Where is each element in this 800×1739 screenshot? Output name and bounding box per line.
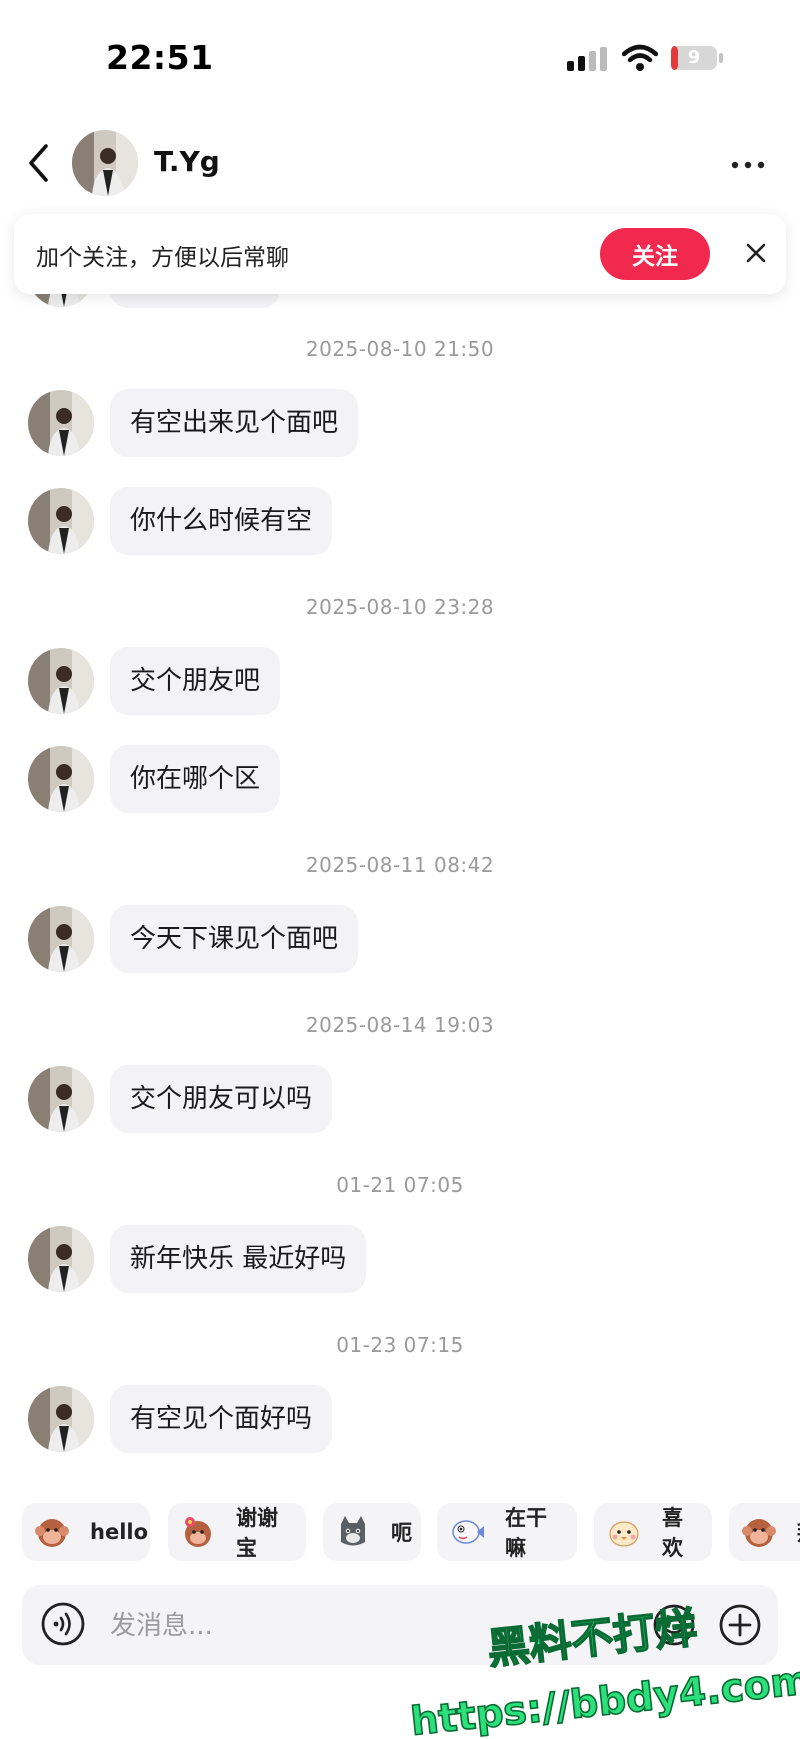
message-bubble[interactable]: 你在哪个区 — [110, 745, 281, 813]
chick-sticker-icon — [606, 1514, 652, 1550]
message-timestamp: 2025-08-10 21:50 — [305, 337, 495, 361]
message-row: 你在哪个区 — [0, 743, 800, 815]
quick-reply-chip[interactable]: hello — [22, 1503, 150, 1561]
message-bubble[interactable]: 你什么时候有空 — [110, 487, 333, 555]
message-row: 有空出来见个面吧 — [0, 387, 800, 459]
quick-reply-label: hello — [90, 1520, 149, 1544]
cat-sticker-icon — [335, 1514, 381, 1550]
message-bubble[interactable]: 有空见个面好吗 — [110, 1385, 333, 1453]
message-timestamp: 2025-08-10 23:28 — [305, 595, 495, 619]
contact-avatar[interactable] — [72, 130, 138, 196]
message-bubble[interactable]: 交个朋友吧 — [110, 647, 281, 715]
contact-name[interactable]: T.Yg — [154, 145, 220, 178]
sender-avatar[interactable] — [28, 746, 94, 812]
message-timestamp: 01-21 07:05 — [336, 1173, 464, 1197]
message-bubble[interactable]: 有空出来见个面吧 — [110, 389, 359, 457]
status-bar: 22:51 9 — [0, 0, 800, 110]
fish-sticker-icon — [449, 1514, 495, 1550]
quick-reply-chip[interactable]: 拜 — [729, 1503, 800, 1561]
message-input[interactable] — [108, 1599, 562, 1653]
more-options-icon[interactable] — [730, 158, 766, 172]
monkey-sticker-icon — [741, 1514, 787, 1550]
cellular-signal-icon — [567, 47, 607, 71]
sender-avatar[interactable] — [28, 1386, 94, 1452]
emoji-icon[interactable] — [652, 1603, 696, 1647]
message-row: 有空见个面好吗 — [0, 1383, 800, 1455]
message-bubble[interactable]: 新年快乐 最近好吗 — [110, 1225, 367, 1293]
follow-button[interactable]: 关注 — [600, 228, 710, 280]
add-attachment-icon[interactable] — [718, 1603, 762, 1647]
sender-avatar[interactable] — [28, 488, 94, 554]
battery-icon: 9 — [670, 45, 724, 71]
message-timestamp: 2025-08-11 08:42 — [305, 853, 495, 877]
sender-avatar[interactable] — [28, 390, 94, 456]
quick-reply-label: 在干嘛 — [505, 1506, 547, 1560]
message-row: 你什么时候有空 — [0, 485, 800, 557]
monkey-flower-sticker-icon — [180, 1514, 226, 1550]
watermark-line2: https://bbdy4.com — [409, 1658, 800, 1739]
follow-suggestion-text: 加个关注，方便以后常聊 — [36, 245, 289, 271]
quick-reply-chip[interactable]: 呃 — [323, 1503, 421, 1561]
message-list[interactable]: 你在哪个区 2025-08-10 21:50 有空出来见个面吧你什么时候有空 202… — [0, 260, 800, 1485]
quick-reply-bar: hello 谢谢宝 呃 在干嘛 喜欢拜 — [0, 1503, 800, 1565]
message-bubble[interactable]: 今天下课见个面吧 — [110, 905, 359, 973]
quick-reply-chip[interactable]: 在干嘛 — [437, 1503, 577, 1561]
message-timestamp: 2025-08-14 19:03 — [305, 1013, 495, 1037]
follow-suggestion-banner: 加个关注，方便以后常聊 关注 — [14, 214, 786, 294]
sender-avatar[interactable] — [28, 1066, 94, 1132]
message-input-bar — [22, 1585, 778, 1665]
back-arrow-icon[interactable] — [24, 142, 56, 184]
status-time: 22:51 — [106, 38, 214, 77]
monkey-sticker-icon — [34, 1514, 80, 1550]
wifi-icon — [622, 44, 658, 71]
message-row: 新年快乐 最近好吗 — [0, 1223, 800, 1295]
sender-avatar[interactable] — [28, 648, 94, 714]
voice-input-icon[interactable] — [40, 1601, 86, 1647]
message-row: 交个朋友可以吗 — [0, 1063, 800, 1135]
message-bubble[interactable]: 交个朋友可以吗 — [110, 1065, 333, 1133]
message-timestamp: 01-23 07:15 — [336, 1333, 464, 1357]
message-row: 今天下课见个面吧 — [0, 903, 800, 975]
chat-header: T.Yg — [0, 120, 800, 210]
close-icon[interactable] — [741, 238, 771, 268]
quick-reply-chip[interactable]: 喜欢 — [594, 1503, 712, 1561]
message-row: 交个朋友吧 — [0, 645, 800, 717]
sender-avatar[interactable] — [28, 906, 94, 972]
quick-reply-label: 呃 — [391, 1521, 412, 1545]
quick-reply-label: 喜欢 — [662, 1506, 683, 1560]
quick-reply-label: 谢谢宝 — [236, 1506, 278, 1560]
quick-reply-chip[interactable]: 谢谢宝 — [168, 1503, 306, 1561]
battery-level: 9 — [687, 47, 701, 68]
sender-avatar[interactable] — [28, 1226, 94, 1292]
